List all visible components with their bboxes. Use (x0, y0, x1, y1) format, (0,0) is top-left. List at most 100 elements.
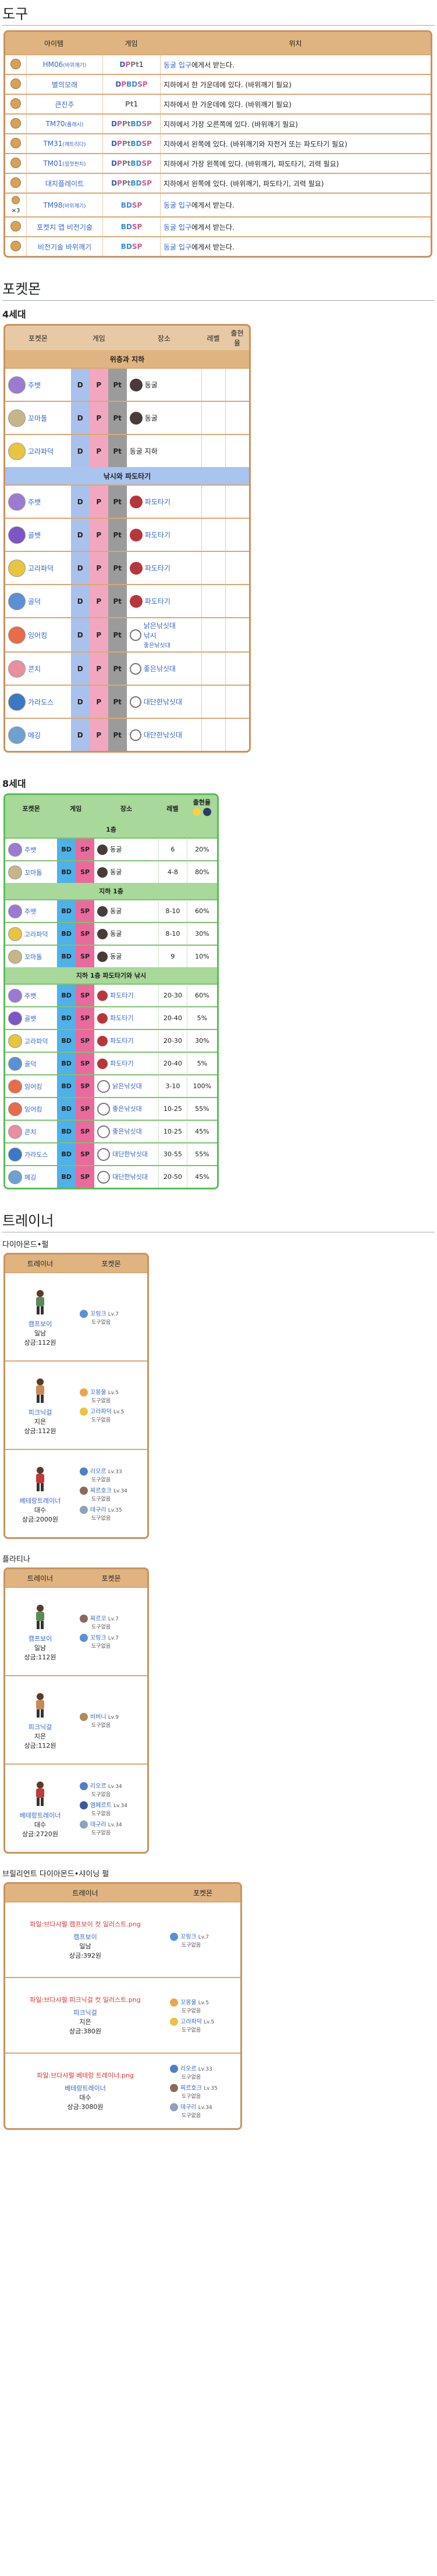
item-name-cell[interactable]: 대지플레이트 (26, 173, 102, 193)
trainer-class-link[interactable]: 베테랑트레이너 (8, 1496, 72, 1505)
pokemon-name-link[interactable]: 꼬링크 (90, 1635, 106, 1641)
location-extra[interactable]: 낚시 (144, 630, 176, 640)
location-link[interactable]: 동굴 (110, 953, 122, 960)
item-name-link[interactable]: HM06 (43, 60, 63, 69)
pokemon-cell[interactable]: 주뱃 (5, 368, 71, 401)
item-name-link[interactable]: 대지플레이트 (45, 180, 84, 188)
pokemon-cell[interactable]: 고라파덕 (5, 551, 71, 584)
item-location-link[interactable]: 동굴 입구 (164, 201, 191, 209)
pokemon-name-link[interactable]: 잉어킹 (24, 1106, 42, 1113)
pokemon-name-link[interactable]: 메깅 (28, 731, 41, 739)
pokemon-name-link[interactable]: 골덕 (28, 597, 41, 605)
location-extra-sub[interactable]: 좋은낚싯대 (144, 640, 176, 649)
pokemon-cell[interactable]: 주뱃 (5, 484, 71, 518)
item-location-link[interactable]: 동굴 입구 (164, 243, 191, 251)
pokemon-cell[interactable]: 잉어킹 (5, 617, 71, 651)
location-link[interactable]: 파도타기 (110, 992, 133, 999)
item-name-cell[interactable]: 큰진주 (26, 94, 102, 113)
location-link[interactable]: 파도타기 (145, 597, 170, 605)
pokemon-cell[interactable]: 가라도스 (5, 1142, 58, 1165)
location-link[interactable]: 낡은낚싯대 (112, 1082, 142, 1090)
pokemon-cell[interactable]: 메깅 (5, 718, 71, 751)
pokemon-name-link[interactable]: 메깅 (24, 1174, 36, 1181)
trainer-class-link[interactable]: 베테랑트레이너 (8, 2083, 162, 2093)
location-link[interactable]: 좋은낚싯대 (112, 1128, 142, 1135)
item-name-link[interactable]: 비전기술 바위깨기 (38, 243, 91, 251)
pokemon-name-link[interactable]: 리오르 (180, 2066, 197, 2072)
location-link[interactable]: 동굴 지하 (130, 447, 158, 455)
pokemon-name-link[interactable]: 골뱃 (28, 531, 41, 539)
pokemon-name-link[interactable]: 잉어킹 (24, 1083, 42, 1091)
item-name-link[interactable]: 큰진주 (55, 101, 74, 109)
pokemon-cell[interactable]: 주뱃 (5, 838, 58, 860)
item-name-link[interactable]: 포켓치 앱 비전기술 (37, 223, 93, 231)
pokemon-name-link[interactable]: 데구리 (90, 1507, 106, 1513)
pokemon-cell[interactable]: 주뱃 (5, 984, 58, 1006)
pokemon-name-link[interactable]: 주뱃 (28, 498, 41, 506)
item-name-cell[interactable]: 별의모래 (26, 74, 102, 94)
pokemon-name-link[interactable]: 꼬마돌 (24, 953, 42, 961)
pokemon-name-link[interactable]: 콘치 (28, 665, 41, 673)
location-link[interactable]: 동굴 (110, 846, 122, 853)
item-name-link[interactable]: TM01 (43, 159, 62, 168)
pokemon-cell[interactable]: 고라파덕 (5, 922, 58, 945)
pokemon-name-link[interactable]: 꼬몽울 (90, 1389, 106, 1396)
location-link[interactable]: 동굴 (145, 414, 158, 422)
pokemon-name-link[interactable]: 고라파덕 (28, 447, 54, 455)
trainer-class-link[interactable]: 베테랑트레이너 (8, 1811, 72, 1820)
pokemon-cell[interactable]: 잉어킹 (5, 1074, 58, 1097)
item-name-cell[interactable]: TM31(깨트리다) (26, 133, 102, 153)
trainer-image-link[interactable]: 파일:브다샤펄 베테랑 트레이너.png (8, 2071, 162, 2080)
location-link[interactable]: 동굴 (110, 930, 122, 938)
item-name-cell[interactable]: HM06(바위깨기) (26, 54, 102, 74)
pokemon-name-link[interactable]: 가라도스 (28, 698, 54, 706)
pokemon-name-link[interactable]: 리오르 (90, 1783, 106, 1790)
location-link[interactable]: 동굴 (110, 907, 122, 915)
location-link[interactable]: 대단한낚싯대 (112, 1173, 148, 1181)
pokemon-name-link[interactable]: 리오르 (90, 1469, 106, 1475)
location-link[interactable]: 대단한낚싯대 (144, 731, 182, 739)
location-link[interactable]: 파도타기 (110, 1014, 133, 1022)
location-link[interactable]: 파도타기 (145, 498, 170, 506)
location-link[interactable]: 대단한낚싯대 (144, 698, 182, 706)
pokemon-cell[interactable]: 가라도스 (5, 685, 71, 718)
pokemon-name-link[interactable]: 주뱃 (24, 846, 36, 854)
pokemon-cell[interactable]: 고라파덕 (5, 1029, 58, 1052)
pokemon-cell[interactable]: 주뱃 (5, 899, 58, 922)
pokemon-name-link[interactable]: 데구리 (90, 1822, 106, 1828)
pokemon-name-link[interactable]: 주뱃 (24, 992, 36, 1000)
pokemon-cell[interactable]: 꼬마돌 (5, 945, 58, 967)
pokemon-name-link[interactable]: 고라파덕 (24, 931, 48, 938)
pokemon-cell[interactable]: 꼬마돌 (5, 401, 71, 434)
pokemon-name-link[interactable]: 콘치 (24, 1128, 36, 1136)
pokemon-name-link[interactable]: 가라도스 (24, 1151, 48, 1159)
trainer-class-link[interactable]: 피크닉걸 (8, 1408, 72, 1417)
pokemon-cell[interactable]: 골덕 (5, 584, 71, 617)
item-name-cell[interactable]: TM01(힘껏펀치) (26, 153, 102, 173)
pokemon-name-link[interactable]: 꼬링크 (180, 1934, 197, 1940)
location-link[interactable]: 동굴 (145, 381, 158, 389)
item-name-link[interactable]: TM70 (46, 120, 65, 128)
pokemon-name-link[interactable]: 찌르꼬 (90, 1616, 106, 1622)
pokemon-name-link[interactable]: 데구리 (180, 2104, 197, 2111)
item-location-link[interactable]: 동굴 입구 (164, 223, 191, 231)
item-name-cell[interactable]: 비전기술 바위깨기 (26, 236, 102, 256)
item-name-link[interactable]: TM31 (43, 140, 62, 148)
location-link[interactable]: 파도타기 (110, 1060, 133, 1067)
pokemon-name-link[interactable]: 꼬마돌 (24, 869, 42, 877)
location-link[interactable]: 낡은낚싯대 (144, 621, 176, 630)
item-location-link[interactable]: 동굴 입구 (164, 61, 191, 69)
item-name-cell[interactable]: TM70(플래시) (26, 113, 102, 133)
item-name-cell[interactable]: TM98(바위깨기) (26, 193, 102, 216)
location-link[interactable]: 좋은낚싯대 (112, 1105, 142, 1113)
location-link[interactable]: 파도타기 (145, 531, 170, 539)
pokemon-name-link[interactable]: 주뱃 (24, 908, 36, 915)
pokemon-name-link[interactable]: 고라파덕 (90, 1409, 112, 1415)
pokemon-name-link[interactable]: 고라파덕 (180, 2019, 202, 2025)
pokemon-name-link[interactable]: 골뱃 (24, 1015, 36, 1022)
trainer-image-link[interactable]: 파일:브다샤펄 피크닉걸 컷 일러스트.png (8, 1995, 162, 2004)
pokemon-cell[interactable]: 콘치 (5, 1120, 58, 1142)
pokemon-name-link[interactable]: 꼬링크 (90, 1311, 106, 1317)
item-name-link[interactable]: TM98 (43, 201, 62, 209)
location-link[interactable]: 대단한낚싯대 (112, 1150, 148, 1158)
